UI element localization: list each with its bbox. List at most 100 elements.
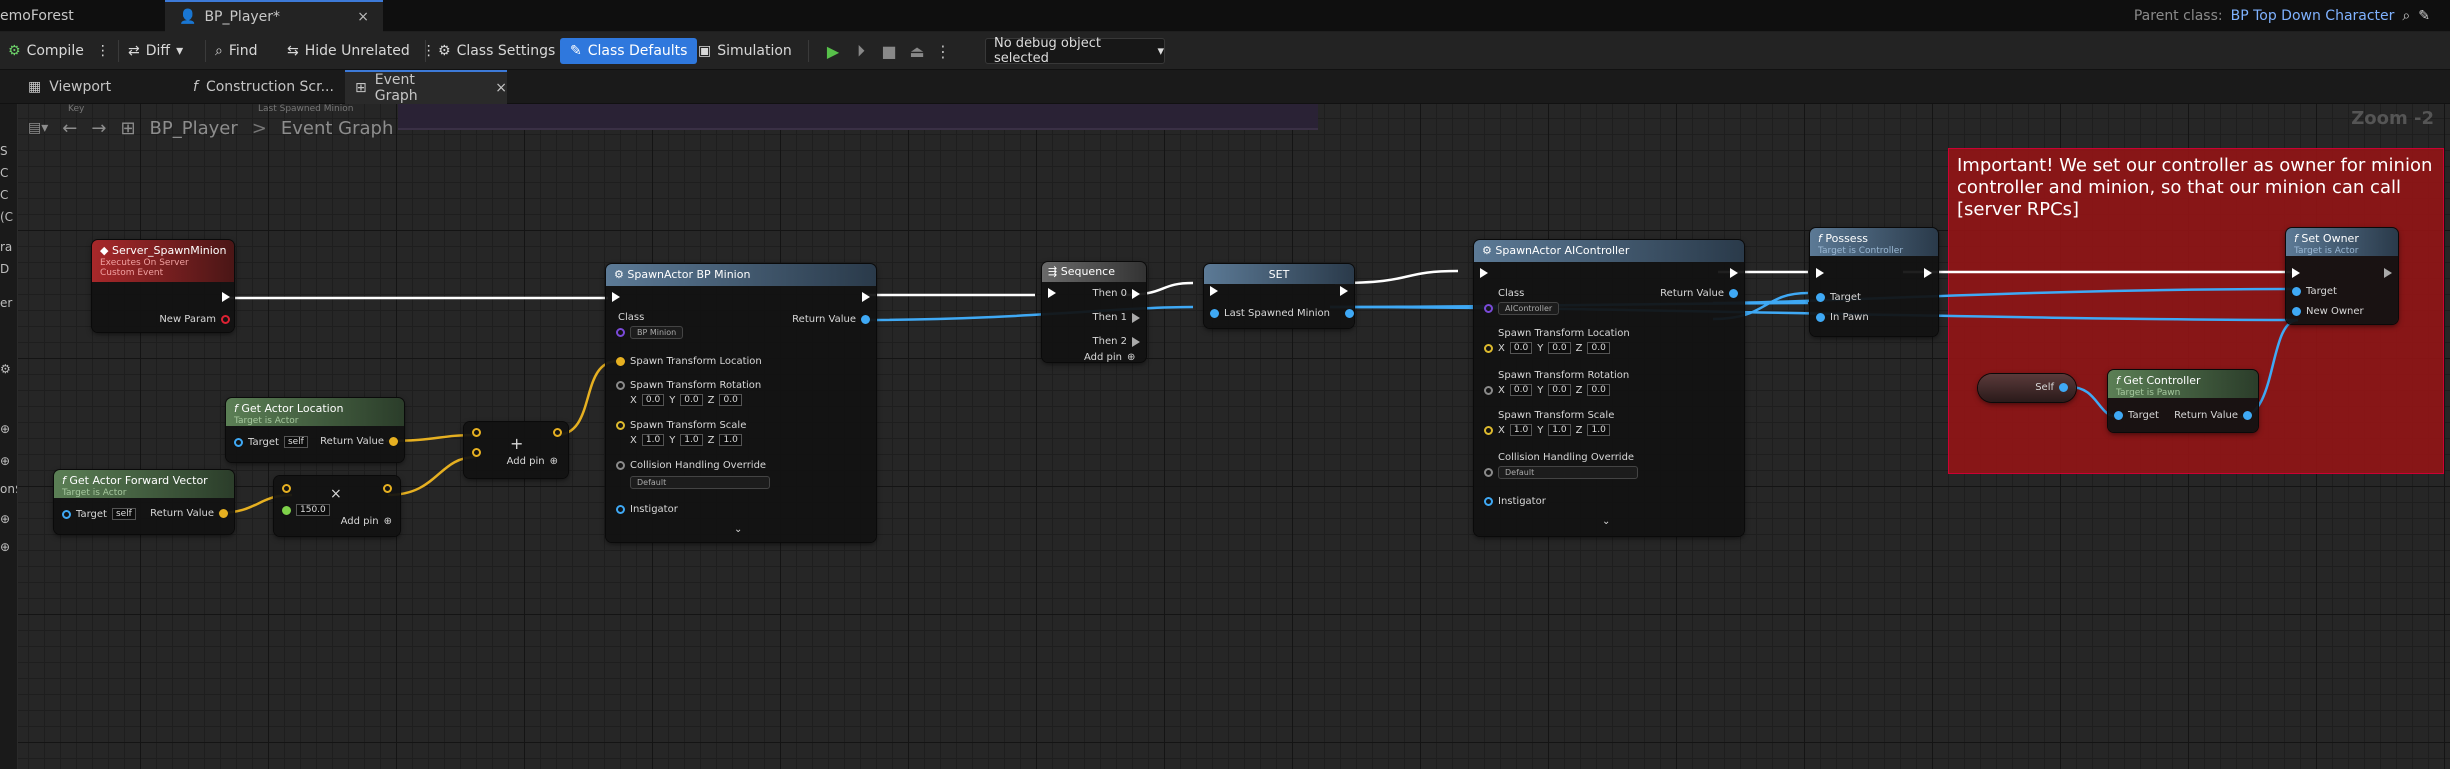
class-dropdown[interactable]: BP Minion (630, 326, 684, 339)
left-panel-item[interactable]: (C (0, 210, 17, 224)
tab-viewport[interactable]: ▦ Viewport (18, 70, 178, 104)
tab-construction[interactable]: f Construction Scr... (183, 70, 343, 104)
location-fields[interactable]: X 0.0 Y 0.0 Z 0.0 (1484, 342, 1610, 354)
return-value-pin[interactable]: Return Value (2174, 410, 2252, 421)
sequence-node[interactable]: ⇶ Sequence Then 0 Then 1 Then 2 Add pin ⊕ (1042, 262, 1146, 363)
more-icon[interactable]: ⋮ (422, 43, 436, 59)
diff-button[interactable]: ⇄ Diff ▾ (128, 38, 183, 64)
instigator-pin[interactable]: Instigator (616, 504, 678, 515)
exec-out-pin[interactable] (1730, 268, 1738, 278)
settings-icon[interactable]: ⚙ (0, 362, 17, 376)
loc-z-field[interactable]: 0.0 (1587, 342, 1610, 354)
last-spawned-minion-pin[interactable]: Last Spawned Minion (1210, 308, 1355, 319)
add-b-pin[interactable] (472, 448, 481, 457)
class-dropdown[interactable]: AIController (1498, 302, 1560, 315)
eject-icon[interactable]: ⏏ (906, 40, 928, 62)
debug-object-select[interactable]: No debug object selected ▾ (985, 36, 1165, 66)
search-icon[interactable]: ⌕ (2402, 8, 2410, 24)
project-tab[interactable]: emoForest (0, 0, 150, 32)
add-a-pin[interactable] (472, 428, 481, 437)
multiply-value-field[interactable]: 150.0 (296, 504, 330, 516)
custom-event-node[interactable]: ◆ Server_SpawnMinion Executes On Server … (92, 240, 234, 332)
rot-z-field[interactable]: 0.0 (1587, 384, 1610, 396)
exec-in-pin[interactable] (1048, 288, 1056, 298)
add-out-pin[interactable] (553, 428, 562, 437)
scale-x-field[interactable]: 1.0 (641, 434, 665, 446)
find-button[interactable]: ⌕ Find (215, 38, 258, 64)
self-node[interactable]: Self (1978, 374, 2076, 402)
rot-y-field[interactable]: 0.0 (1548, 384, 1571, 396)
scale-z-field[interactable]: 1.0 (719, 434, 742, 446)
compile-button[interactable]: ⚙ Compile ⋮ (8, 38, 110, 64)
parent-class-link[interactable]: BP Top Down Character (2231, 8, 2395, 24)
location-pin[interactable]: Spawn Transform Location (616, 356, 762, 367)
return-value-pin[interactable]: Return Value (1660, 288, 1738, 299)
add-pin-button[interactable]: Add pin ⊕ (341, 516, 392, 527)
left-panel-item[interactable]: er (0, 296, 17, 310)
add-pin-button[interactable]: Add pin ⊕ (507, 456, 558, 467)
add-pin-button[interactable]: Add pin ⊕ (1084, 352, 1135, 363)
self-box[interactable]: self (111, 508, 136, 520)
add-icon[interactable]: ⊕ (0, 540, 17, 554)
stop-icon[interactable]: ■ (878, 40, 900, 62)
scale-y-field[interactable]: 1.0 (1548, 424, 1571, 436)
left-panel-item[interactable]: S (0, 144, 17, 158)
more-icon[interactable]: ⋮ (932, 40, 954, 62)
spawn-actor-minion-node[interactable]: ⚙ SpawnActor BP Minion Class BP Minion R… (606, 264, 876, 542)
multiply-node[interactable]: × 150.0 Add pin ⊕ (274, 476, 400, 536)
multiply-b-pin[interactable]: 150.0 (282, 504, 330, 516)
exec-out-pin[interactable] (222, 292, 230, 302)
loc-x-field[interactable]: 0.0 (1509, 342, 1533, 354)
exec-in-pin[interactable] (612, 292, 620, 302)
rotation-fields[interactable]: X 0.0 Y 0.0 Z 0.0 (1484, 384, 1610, 396)
hide-unrelated-button[interactable]: ⇆ Hide Unrelated ⋮ (287, 38, 436, 64)
target-pin[interactable]: Target (2114, 410, 2159, 421)
collision-dropdown[interactable]: Default (630, 476, 770, 489)
then-0-pin[interactable]: Then 0 (1093, 288, 1140, 299)
target-pin[interactable]: Target self (234, 436, 308, 448)
edit-icon[interactable]: ✎ (2418, 8, 2430, 24)
set-node[interactable]: SET Last Spawned Minion (1204, 264, 1355, 328)
scale-y-field[interactable]: 1.0 (680, 434, 703, 446)
collision-pin[interactable]: Collision Handling Override (616, 460, 766, 471)
exec-out-pin[interactable] (1340, 286, 1348, 296)
spawn-actor-ai-node[interactable]: ⚙ SpawnActor AIController Class AIContro… (1474, 240, 1744, 536)
add-icon[interactable]: ⊕ (0, 454, 17, 468)
new-owner-pin[interactable]: New Owner (2292, 306, 2364, 317)
close-icon[interactable]: × (495, 80, 507, 96)
loc-y-field[interactable]: 0.0 (1548, 342, 1571, 354)
step-icon[interactable]: ⏵ (850, 40, 872, 62)
get-controller-node[interactable]: f Get Controller Target is Pawn Target Re… (2108, 370, 2258, 432)
multiply-a-pin[interactable] (282, 484, 291, 493)
return-value-pin[interactable]: Return Value (320, 436, 398, 447)
self-pin[interactable]: Self (2035, 382, 2068, 393)
add-icon[interactable]: ⊕ (0, 512, 17, 526)
scale-x-field[interactable]: 1.0 (1509, 424, 1533, 436)
target-pin[interactable]: Target (2292, 286, 2337, 297)
scale-fields[interactable]: X 1.0 Y 1.0 Z 1.0 (1484, 424, 1610, 436)
simulation-button[interactable]: ▣ Simulation (698, 38, 792, 64)
class-pin[interactable]: BP Minion (616, 326, 684, 339)
left-panel-item[interactable]: C (0, 166, 17, 180)
rot-x-field[interactable]: 0.0 (641, 394, 665, 406)
return-value-pin[interactable]: Return Value (792, 314, 870, 325)
graph-canvas[interactable]: Key Last Spawned Minion ▤▾ ← → ⊞ BP_Play… (18, 104, 2450, 769)
exec-in-pin[interactable] (1210, 286, 1218, 296)
class-settings-button[interactable]: ⚙ Class Settings (438, 38, 555, 64)
add-icon[interactable]: ⊕ (0, 422, 17, 436)
left-panel-item[interactable]: on$ (0, 482, 17, 496)
exec-out-pin[interactable] (862, 292, 870, 302)
exec-in-pin[interactable] (2292, 268, 2300, 278)
scale-z-field[interactable]: 1.0 (1587, 424, 1610, 436)
left-panel-item[interactable]: C (0, 188, 17, 202)
collision-dropdown[interactable]: Default (1484, 466, 1638, 479)
left-panel-item[interactable]: D (0, 262, 17, 276)
rot-z-field[interactable]: 0.0 (719, 394, 742, 406)
then-1-pin[interactable]: Then 1 (1093, 312, 1140, 323)
play-icon[interactable]: ▶ (822, 40, 844, 62)
more-icon[interactable]: ⋮ (96, 43, 110, 59)
new-param-pin[interactable]: New Param (159, 314, 230, 325)
close-icon[interactable]: × (357, 9, 369, 25)
return-value-pin[interactable]: Return Value (150, 508, 228, 519)
self-box[interactable]: self (283, 436, 308, 448)
